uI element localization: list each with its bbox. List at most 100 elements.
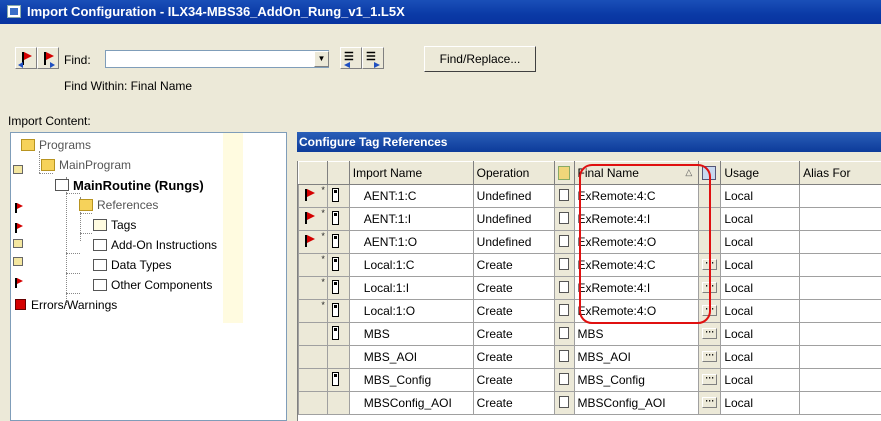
tree-highlight-band: [223, 133, 243, 323]
table-row[interactable]: MBS_Config Create MBS_Config ··· Local: [298, 368, 881, 392]
tag-column-header[interactable]: [326, 161, 350, 185]
operation-column-header[interactable]: Operation: [472, 161, 555, 185]
table-row[interactable]: MBS Create MBS ··· Local: [298, 322, 881, 346]
usage-cell[interactable]: Local: [720, 368, 801, 392]
usage-cell[interactable]: Local: [720, 184, 801, 208]
operation-cell[interactable]: Create: [472, 391, 555, 415]
usage-column-header[interactable]: Usage: [720, 161, 801, 185]
row-doc-cell[interactable]: [553, 184, 575, 208]
alias-for-cell[interactable]: [799, 322, 881, 346]
final-name-cell[interactable]: ExRemote:4:I: [573, 207, 700, 231]
find-previous-button[interactable]: ☰: [340, 47, 362, 69]
row-ellipsis-cell[interactable]: ···: [698, 345, 722, 369]
ellipsis-icon[interactable]: ···: [702, 259, 718, 270]
tree-line: [66, 273, 80, 274]
table-row[interactable]: * Local:1:C Create ExRemote:4:C ··· Local: [298, 253, 881, 277]
next-error-button[interactable]: [37, 47, 59, 69]
routine-status-icon: [13, 165, 23, 174]
row-doc-cell[interactable]: [553, 345, 575, 369]
import-name-column-header[interactable]: Import Name: [348, 161, 474, 185]
row-ellipsis-cell[interactable]: ···: [698, 391, 722, 415]
doc-column-header[interactable]: [553, 161, 575, 185]
ellipsis-icon[interactable]: ···: [702, 328, 718, 339]
ellipsis-icon[interactable]: ···: [702, 305, 718, 316]
ellipsis-icon[interactable]: ···: [702, 397, 718, 408]
usage-cell[interactable]: Local: [720, 345, 801, 369]
final-name-cell[interactable]: MBS_AOI: [573, 345, 700, 369]
row-doc-cell[interactable]: [553, 368, 575, 392]
tag-icon: [331, 372, 339, 386]
alias-for-cell[interactable]: [799, 276, 881, 300]
right-arrow-icon: [50, 62, 55, 68]
table-row[interactable]: * AENT:1:I Undefined ExRemote:4:I Local: [298, 207, 881, 231]
row-ellipsis-cell[interactable]: ···: [698, 276, 722, 300]
folder-icon: [79, 199, 93, 211]
alias-for-column-header[interactable]: Alias For: [799, 161, 881, 185]
usage-cell[interactable]: Local: [720, 276, 801, 300]
alias-for-cell[interactable]: [799, 299, 881, 323]
find-dropdown-button[interactable]: ▼: [314, 51, 329, 67]
row-ellipsis-cell[interactable]: ···: [698, 368, 722, 392]
final-name-cell[interactable]: MBS: [573, 322, 700, 346]
final-name-cell[interactable]: ExRemote:4:I: [573, 276, 700, 300]
table-row[interactable]: MBSConfig_AOI Create MBSConfig_AOI ··· Local: [298, 391, 881, 415]
row-doc-cell[interactable]: [553, 322, 575, 346]
final-name-column-header[interactable]: Final Name △: [573, 161, 700, 185]
operation-cell[interactable]: Create: [472, 299, 555, 323]
final-name-cell[interactable]: MBS_Config: [573, 368, 700, 392]
previous-error-button[interactable]: [15, 47, 37, 69]
find-replace-button[interactable]: Find/Replace...: [424, 46, 536, 72]
document-icon: [558, 350, 569, 362]
row-doc-cell[interactable]: [553, 276, 575, 300]
alias-for-cell[interactable]: [799, 253, 881, 277]
row-doc-cell[interactable]: [553, 230, 575, 254]
modified-marker: *: [321, 208, 325, 219]
usage-cell[interactable]: Local: [720, 299, 801, 323]
table-row[interactable]: MBS_AOI Create MBS_AOI ··· Local: [298, 345, 881, 369]
final-name-cell[interactable]: MBSConfig_AOI: [573, 391, 700, 415]
flag-column-header[interactable]: [298, 161, 328, 185]
row-doc-cell[interactable]: [553, 391, 575, 415]
operation-cell[interactable]: Undefined: [472, 230, 555, 254]
operation-cell[interactable]: Create: [472, 368, 555, 392]
usage-cell[interactable]: Local: [720, 391, 801, 415]
ellipsis-icon[interactable]: ···: [702, 374, 718, 385]
details-column-header[interactable]: [698, 161, 722, 185]
error-flag-icon: [15, 203, 23, 213]
usage-cell[interactable]: Local: [720, 322, 801, 346]
row-ellipsis-cell[interactable]: ···: [698, 253, 722, 277]
operation-cell[interactable]: Create: [472, 276, 555, 300]
ellipsis-icon[interactable]: ···: [702, 351, 718, 362]
operation-cell[interactable]: Create: [472, 253, 555, 277]
find-input[interactable]: [105, 50, 329, 68]
final-name-cell[interactable]: ExRemote:4:O: [573, 230, 700, 254]
row-doc-cell[interactable]: [553, 299, 575, 323]
find-next-button[interactable]: ☰: [362, 47, 384, 69]
table-row[interactable]: * AENT:1:C Undefined ExRemote:4:C Local: [298, 184, 881, 208]
row-doc-cell[interactable]: [553, 207, 575, 231]
row-ellipsis-cell[interactable]: ···: [698, 322, 722, 346]
row-doc-cell[interactable]: [553, 253, 575, 277]
table-row[interactable]: * AENT:1:O Undefined ExRemote:4:O Local: [298, 230, 881, 254]
alias-for-cell[interactable]: [799, 368, 881, 392]
usage-cell[interactable]: Local: [720, 207, 801, 231]
alias-for-cell[interactable]: [799, 184, 881, 208]
final-name-cell[interactable]: ExRemote:4:O: [573, 299, 700, 323]
table-row[interactable]: * Local:1:O Create ExRemote:4:O ··· Local: [298, 299, 881, 323]
final-name-cell[interactable]: ExRemote:4:C: [573, 184, 700, 208]
ellipsis-icon[interactable]: ···: [702, 282, 718, 293]
operation-cell[interactable]: Create: [472, 345, 555, 369]
row-ellipsis-cell[interactable]: ···: [698, 299, 722, 323]
usage-cell[interactable]: Local: [720, 230, 801, 254]
final-name-cell[interactable]: ExRemote:4:C: [573, 253, 700, 277]
alias-for-cell[interactable]: [799, 391, 881, 415]
alias-for-cell[interactable]: [799, 230, 881, 254]
operation-cell[interactable]: Undefined: [472, 184, 555, 208]
usage-cell[interactable]: Local: [720, 253, 801, 277]
operation-cell[interactable]: Undefined: [472, 207, 555, 231]
left-arrow-icon: [344, 62, 350, 68]
alias-for-cell[interactable]: [799, 207, 881, 231]
alias-for-cell[interactable]: [799, 345, 881, 369]
table-row[interactable]: * Local:1:I Create ExRemote:4:I ··· Local: [298, 276, 881, 300]
operation-cell[interactable]: Create: [472, 322, 555, 346]
